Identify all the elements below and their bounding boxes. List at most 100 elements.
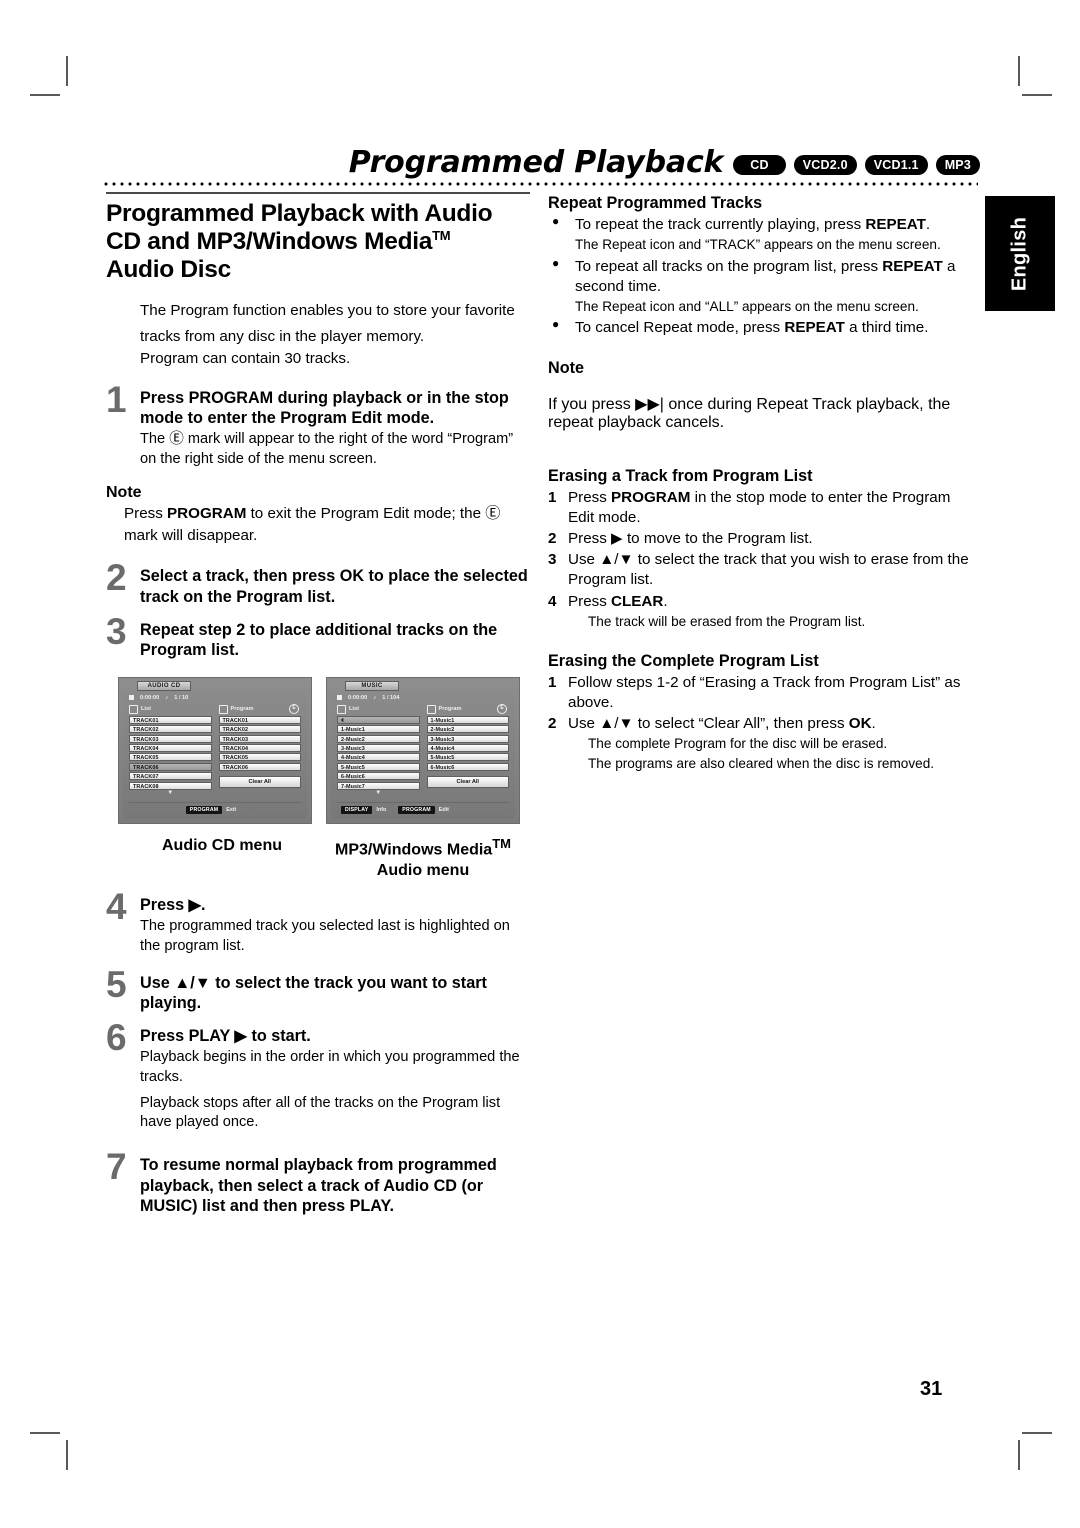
osd-list-item[interactable]: TRACK02 (129, 725, 212, 734)
repeat-bullet-list: To repeat the track currently playing, p… (548, 214, 972, 235)
erase-all-item-2: 2 Use ▲/▼ to select “Clear All”, then pre… (548, 714, 972, 774)
program-icon (218, 704, 228, 714)
language-side-tab: English (985, 196, 1055, 311)
osd-program-item[interactable]: TRACK01 (218, 715, 301, 724)
osd-key-program[interactable]: PROGRAM (398, 805, 435, 815)
osd-program-item[interactable]: TRACK03 (218, 734, 301, 743)
erase-track-item-3-number: 3 (548, 551, 557, 569)
osd-program-item[interactable]: 4-Music4 (426, 743, 509, 752)
list-icon (337, 704, 346, 714)
osd-program-item[interactable]: 5-Music5 (426, 753, 509, 762)
osd-key-display[interactable]: DISPLAY (341, 805, 373, 815)
osd-list-item[interactable]: 1-Music1 (337, 725, 420, 734)
osd-music-list-header-label: List (349, 706, 359, 713)
scroll-down-icon[interactable]: ▼ (129, 790, 212, 797)
step-6-sub-1: Playback begins in the order in which yo… (140, 1048, 520, 1085)
osd-list-item[interactable]: TRACK08 (129, 781, 212, 790)
erase-track-item-4-prefix: Press (568, 592, 612, 610)
osd-list-item[interactable]: 4-Music4 (337, 753, 420, 762)
osd-music-columns: List ⏴ 1-Music1 2-Music2 3-Music3 4-Musi… (337, 704, 509, 797)
trademark-symbol: TM (492, 836, 511, 852)
osd-clear-all-button[interactable]: Clear All (426, 775, 509, 788)
osd-list-item[interactable]: TRACK04 (129, 743, 212, 752)
repeat-bullet-3-prefix: To cancel Repeat mode, press (575, 319, 785, 337)
note-repeat-body: If you press ▶▶| once during Repeat Trac… (548, 395, 951, 431)
screenshot-captions: Audio CD menu MP3/Windows MediaTM Audio … (106, 836, 530, 880)
osd-clear-all-button[interactable]: Clear All (218, 775, 301, 788)
osd-program-item[interactable]: 2-Music2 (426, 725, 509, 734)
right-column: Repeat Programmed Tracks To repeat the t… (548, 194, 972, 775)
osd-key-program[interactable]: PROGRAM (185, 805, 223, 815)
repeat-bullet-3-suffix: a third time. (844, 319, 929, 337)
osd-list-item[interactable]: 2-Music2 (337, 734, 420, 743)
osd-music-tab: MUSIC (345, 680, 399, 691)
erase-track-item-1: 1 Press PROGRAM in the stop mode to enter… (548, 488, 972, 528)
erase-track-item-4-note: The track will be erased from the Progra… (588, 613, 866, 629)
caption-mp3-menu: MP3/Windows MediaTM Audio menu (326, 836, 520, 880)
osd-list-item[interactable]: 5-Music5 (337, 762, 420, 771)
trademark-symbol: TM (432, 227, 451, 243)
erase-all-item-2-suffix: . (871, 715, 876, 733)
step-7: 7 To resume normal playback from program… (106, 1148, 530, 1216)
erase-track-item-1-prefix: Press (568, 488, 612, 506)
step-6-number: 6 (106, 1016, 127, 1058)
osd-list-item[interactable]: TRACK01 (129, 715, 212, 724)
osd-program-item[interactable]: 3-Music3 (426, 734, 509, 743)
osd-audio-cd-body: 0:00:00 ♪ 1 / 10 List TRACK01 TRACK02 TR… (123, 690, 307, 820)
crop-mark-top-left-vertical (66, 56, 68, 86)
music-note-icon: ♪ (165, 694, 169, 701)
osd-list-item-selected[interactable]: ⏴ (337, 715, 420, 724)
step-5-lead: Use ▲/▼ to select the track you want to … (140, 973, 487, 1013)
caption-audio-cd-menu: Audio CD menu (162, 837, 282, 855)
erase-track-item-2-number: 2 (548, 530, 557, 547)
osd-list-item[interactable]: TRACK03 (129, 734, 212, 743)
step-1-number: 1 (106, 378, 127, 420)
erase-track-item-4-suffix: . (663, 592, 668, 610)
step-1-lead-bold: PROGRAM (188, 388, 274, 407)
osd-program-item[interactable]: 6-Music6 (426, 762, 509, 771)
osd-program-item[interactable]: TRACK04 (218, 743, 301, 752)
osd-list-item-selected[interactable]: TRACK06 (129, 762, 212, 771)
osd-program-item[interactable]: TRACK05 (218, 753, 301, 762)
header-dotted-divider (102, 182, 978, 186)
osd-music-footer: DISPLAY Info PROGRAM Edit (337, 801, 509, 815)
erase-all-item-2-note-2: The programs are also cleared when the d… (588, 756, 935, 772)
badge-mp3: MP3 (935, 155, 980, 175)
intro-line-1: The Program function enables you to stor… (140, 301, 515, 319)
repeat-bullet-1-suffix: . (925, 216, 931, 233)
note-program-exit-prefix: Press (124, 505, 168, 522)
osd-music-program-header-label: Program (438, 706, 462, 713)
erase-track-item-1-number: 1 (548, 488, 557, 506)
osd-program-item[interactable]: TRACK02 (218, 725, 301, 734)
osd-list-item[interactable]: 7-Music7 (337, 781, 420, 790)
osd-music-list-column: List ⏴ 1-Music1 2-Music2 3-Music3 4-Musi… (337, 704, 420, 797)
erase-track-heading: Erasing a Track from Program List (548, 466, 813, 485)
osd-list-item[interactable]: 6-Music6 (337, 772, 420, 781)
osd-list-item[interactable]: TRACK07 (129, 772, 212, 781)
step-1-lead-prefix: Press (140, 388, 189, 407)
edit-mode-mark-icon: E (289, 704, 299, 715)
osd-audio-cd-program-header: Program E (218, 704, 302, 715)
step-4-sub: The programmed track you selected last i… (140, 918, 510, 954)
osd-audio-cd-columns: List TRACK01 TRACK02 TRACK03 TRACK04 TRA… (129, 704, 302, 797)
repeat-bullet-2-bold: REPEAT (882, 257, 943, 275)
repeat-bullet-list-3: To cancel Repeat mode, press REPEAT a th… (548, 317, 972, 338)
osd-audio-cd-time: 0:00:00 (140, 694, 160, 701)
erase-track-item-2: 2 Press ▶ to move to the Program list. (548, 529, 972, 549)
osd-audio-cd-program-header-label: Program (230, 706, 254, 713)
osd-program-item[interactable]: TRACK06 (218, 762, 301, 771)
step-6-lead: Press PLAY ▶ to start. (140, 1026, 311, 1045)
osd-key-program-label: Edit (438, 807, 449, 814)
osd-music-time: 0:00:00 (348, 694, 368, 701)
scroll-down-icon[interactable]: ▼ (337, 790, 420, 797)
erase-track-list: 1 Press PROGRAM in the stop mode to enter… (548, 488, 972, 632)
osd-list-item[interactable]: 3-Music3 (337, 743, 420, 752)
repeat-bullet-1-note: The Repeat icon and “TRACK” appears on t… (575, 237, 941, 253)
erase-track-item-1-bold: PROGRAM (611, 488, 691, 506)
osd-program-item[interactable]: 1-Music1 (426, 715, 509, 724)
step-2: 2 Select a track, then press OK to place… (106, 559, 530, 607)
stop-icon (129, 695, 134, 701)
osd-list-item[interactable]: TRACK05 (129, 753, 212, 762)
note-program-exit-body: Press PROGRAM to exit the Program Edit m… (106, 503, 530, 546)
